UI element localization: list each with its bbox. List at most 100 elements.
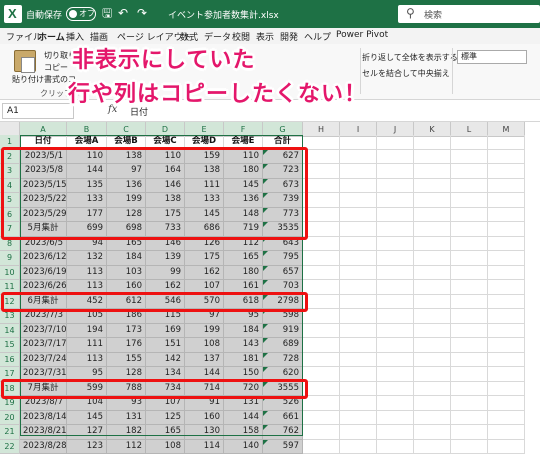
row-header[interactable]: 9 <box>0 251 20 266</box>
value-cell[interactable]: 145 <box>185 207 224 222</box>
value-cell[interactable]: 95 <box>67 367 107 382</box>
value-cell[interactable]: 155 <box>107 352 146 367</box>
value-cell[interactable]: 128 <box>107 367 146 382</box>
empty-cell[interactable] <box>451 207 488 222</box>
value-cell[interactable]: 452 <box>67 294 107 309</box>
date-cell[interactable]: 2023/8/7 <box>20 396 67 411</box>
empty-cell[interactable] <box>303 294 340 309</box>
empty-cell[interactable] <box>451 410 488 425</box>
table-header-cell[interactable]: 会場C <box>146 135 185 150</box>
value-cell[interactable]: 146 <box>146 236 185 251</box>
empty-cell[interactable] <box>488 439 525 454</box>
empty-cell[interactable] <box>414 309 451 324</box>
value-cell[interactable]: 570 <box>185 294 224 309</box>
empty-cell[interactable] <box>340 251 377 266</box>
value-cell[interactable]: 143 <box>224 338 263 353</box>
value-cell[interactable]: 133 <box>67 193 107 208</box>
value-cell[interactable]: 175 <box>146 207 185 222</box>
value-cell[interactable]: 627 <box>263 149 303 164</box>
empty-cell[interactable] <box>488 207 525 222</box>
value-cell[interactable]: 177 <box>67 207 107 222</box>
date-cell[interactable]: 2023/7/31 <box>20 367 67 382</box>
value-cell[interactable]: 165 <box>146 425 185 440</box>
value-cell[interactable]: 91 <box>185 396 224 411</box>
empty-cell[interactable] <box>303 178 340 193</box>
date-cell[interactable]: 2023/5/22 <box>20 193 67 208</box>
value-cell[interactable]: 138 <box>146 193 185 208</box>
spreadsheet-grid[interactable]: A B C D E F G H I J K L M 1 2 3 4 5 6 7 8 9 10 11 12 13 14 15 16 17 18… <box>0 122 540 460</box>
value-cell[interactable]: 599 <box>67 381 107 396</box>
value-cell[interactable]: 194 <box>67 323 107 338</box>
date-cell[interactable]: 2023/7/10 <box>20 323 67 338</box>
empty-cell[interactable] <box>340 338 377 353</box>
value-cell[interactable]: 94 <box>67 236 107 251</box>
value-cell[interactable]: 175 <box>185 251 224 266</box>
value-cell[interactable]: 661 <box>263 410 303 425</box>
value-cell[interactable]: 733 <box>146 222 185 237</box>
date-cell[interactable]: 2023/6/5 <box>20 236 67 251</box>
merge-center-button[interactable]: セルを結合して中央揃え <box>362 68 450 79</box>
empty-cell[interactable] <box>340 396 377 411</box>
value-cell[interactable]: 95 <box>224 309 263 324</box>
tab-file[interactable]: ファイル <box>6 30 42 43</box>
value-cell[interactable]: 105 <box>67 309 107 324</box>
empty-cell[interactable] <box>340 193 377 208</box>
value-cell[interactable]: 698 <box>107 222 146 237</box>
value-cell[interactable]: 150 <box>224 367 263 382</box>
empty-cell[interactable] <box>488 367 525 382</box>
value-cell[interactable]: 723 <box>263 164 303 179</box>
empty-cell[interactable] <box>303 265 340 280</box>
value-cell[interactable]: 126 <box>185 236 224 251</box>
empty-cell[interactable] <box>451 425 488 440</box>
tab-power-pivot[interactable]: Power Pivot <box>336 30 388 40</box>
save-icon[interactable]: 🖫 <box>102 6 112 20</box>
empty-cell[interactable] <box>340 367 377 382</box>
empty-cell[interactable] <box>340 294 377 309</box>
empty-cell[interactable] <box>488 265 525 280</box>
value-cell[interactable]: 144 <box>185 367 224 382</box>
empty-cell[interactable] <box>451 178 488 193</box>
empty-cell[interactable] <box>303 367 340 382</box>
empty-cell[interactable] <box>303 338 340 353</box>
date-cell[interactable]: 2023/8/21 <box>20 425 67 440</box>
value-cell[interactable]: 160 <box>185 410 224 425</box>
tab-help[interactable]: ヘルプ <box>304 30 331 43</box>
empty-cell[interactable] <box>451 135 488 150</box>
paste-button[interactable]: 貼り付け <box>12 74 44 85</box>
value-cell[interactable]: 93 <box>107 396 146 411</box>
value-cell[interactable]: 720 <box>224 381 263 396</box>
empty-cell[interactable] <box>377 338 414 353</box>
empty-cell[interactable] <box>377 352 414 367</box>
value-cell[interactable]: 107 <box>185 280 224 295</box>
value-cell[interactable]: 184 <box>107 251 146 266</box>
value-cell[interactable]: 134 <box>146 367 185 382</box>
value-cell[interactable]: 103 <box>107 265 146 280</box>
empty-cell[interactable] <box>451 367 488 382</box>
value-cell[interactable]: 138 <box>185 164 224 179</box>
value-cell[interactable]: 618 <box>224 294 263 309</box>
empty-cell[interactable] <box>303 222 340 237</box>
empty-cell[interactable] <box>414 338 451 353</box>
value-cell[interactable]: 620 <box>263 367 303 382</box>
empty-cell[interactable] <box>377 149 414 164</box>
value-cell[interactable]: 762 <box>263 425 303 440</box>
value-cell[interactable]: 180 <box>224 164 263 179</box>
value-cell[interactable]: 125 <box>146 410 185 425</box>
empty-cell[interactable] <box>451 309 488 324</box>
value-cell[interactable]: 97 <box>107 164 146 179</box>
empty-cell[interactable] <box>303 135 340 150</box>
value-cell[interactable]: 181 <box>224 352 263 367</box>
empty-cell[interactable] <box>377 425 414 440</box>
value-cell[interactable]: 110 <box>224 149 263 164</box>
value-cell[interactable]: 734 <box>146 381 185 396</box>
empty-cell[interactable] <box>414 149 451 164</box>
value-cell[interactable]: 115 <box>146 309 185 324</box>
value-cell[interactable]: 686 <box>185 222 224 237</box>
empty-cell[interactable] <box>414 193 451 208</box>
date-cell[interactable]: 2023/6/12 <box>20 251 67 266</box>
row-header[interactable]: 17 <box>0 367 20 382</box>
value-cell[interactable]: 788 <box>107 381 146 396</box>
value-cell[interactable]: 165 <box>224 251 263 266</box>
value-cell[interactable]: 719 <box>224 222 263 237</box>
value-cell[interactable]: 199 <box>107 193 146 208</box>
